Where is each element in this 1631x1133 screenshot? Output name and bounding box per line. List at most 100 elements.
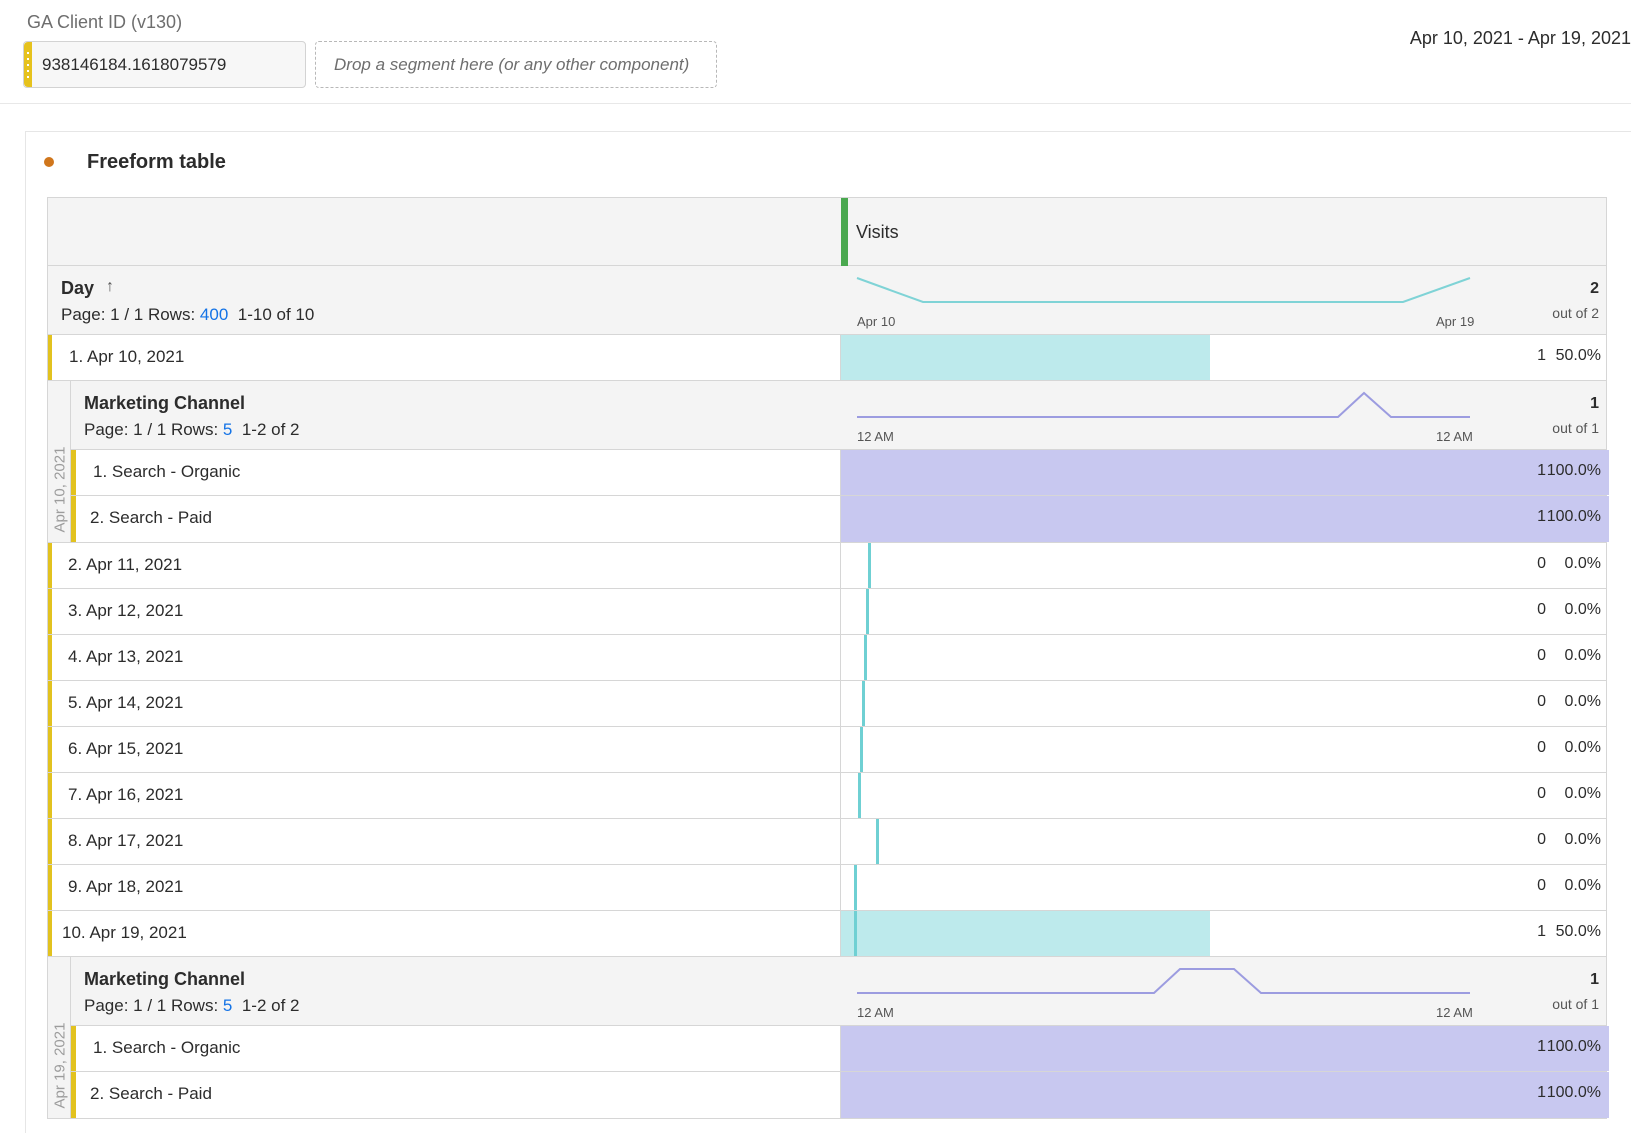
visits-percent: 0.0%: [1564, 785, 1601, 802]
pager-range: 1-2 of 2: [241, 420, 300, 439]
breakdown-total-of: out of 1: [1552, 996, 1599, 1012]
segment-label: GA Client ID (v130): [27, 12, 183, 32]
breakdown-dimension-name[interactable]: Marketing Channel: [84, 393, 245, 414]
table-row[interactable]: 4. Apr 13, 2021 0 0.0%: [48, 635, 1606, 681]
row-label[interactable]: 1. Search - Organic: [93, 1038, 240, 1058]
row-accent: [48, 543, 52, 588]
drag-handle-icon[interactable]: [24, 42, 32, 87]
table-row[interactable]: 1. Search - Organic 1 100.0%: [71, 450, 1609, 496]
visits-percent: 0.0%: [1564, 555, 1601, 572]
row-accent: [48, 773, 52, 818]
table-row[interactable]: 3. Apr 12, 2021 0 0.0%: [48, 589, 1606, 635]
table-row[interactable]: 1. Apr 10, 2021 1 50.0%: [48, 335, 1606, 381]
row-label[interactable]: 2. Apr 11, 2021: [68, 555, 182, 575]
visits-percent: 0.0%: [1564, 831, 1601, 848]
segment-filter-pill[interactable]: 938146184.1618079579: [23, 41, 306, 88]
metric-drag-handle-icon[interactable]: [841, 198, 848, 266]
breakdown-pager: Page: 1 / 1 Rows: 5 1-2 of 2: [84, 996, 300, 1016]
row-index: 1.: [93, 1038, 108, 1057]
table-row[interactable]: 5. Apr 14, 2021 0 0.0%: [48, 681, 1606, 727]
visits-value: 1: [1537, 1084, 1546, 1101]
visits-percent: 50.0%: [1555, 347, 1601, 364]
row-label[interactable]: 7. Apr 16, 2021: [68, 785, 183, 805]
panel-title: Freeform table: [87, 151, 226, 173]
timeline-marker: [858, 773, 861, 818]
table-row[interactable]: 2. Apr 11, 2021 0 0.0%: [48, 543, 1606, 589]
rows-per-page-link[interactable]: 400: [200, 305, 228, 324]
row-label[interactable]: 2. Search - Paid: [90, 1084, 212, 1104]
row-accent: [48, 865, 52, 910]
breakdown-parent-label: Apr 19, 2021: [48, 957, 71, 1118]
row-label[interactable]: 1. Apr 10, 2021: [69, 347, 184, 367]
visits-percent: 0.0%: [1564, 877, 1601, 894]
visits-percent: 0.0%: [1564, 647, 1601, 664]
panel-collapse-dot[interactable]: [44, 157, 54, 167]
row-label[interactable]: 9. Apr 18, 2021: [68, 877, 183, 897]
visits-bar: [841, 496, 1609, 542]
dimension-name[interactable]: Day: [61, 278, 94, 299]
visits-value: 1: [1537, 347, 1546, 364]
row-index: 7.: [68, 785, 83, 804]
rows-per-page-link[interactable]: 5: [223, 420, 232, 439]
timeline-marker: [864, 635, 867, 680]
row-name: Search - Paid: [108, 1084, 212, 1103]
breakdown-group: Apr 19, 2021 Marketing Channel Page: 1 /…: [48, 957, 1609, 1118]
table-row[interactable]: 6. Apr 15, 2021 0 0.0%: [48, 727, 1606, 773]
visits-value: 0: [1537, 877, 1546, 894]
row-name: Apr 15, 2021: [85, 739, 184, 758]
sparkline-end-label: 12 AM: [1436, 429, 1473, 444]
table-row[interactable]: 2. Search - Paid 1 100.0%: [71, 1072, 1609, 1118]
visits-cell: 0 0.0%: [840, 635, 1608, 680]
dimension-pager: Page: 1 / 1 Rows: 400 1-10 of 10: [61, 305, 314, 325]
row-accent: [48, 589, 52, 634]
row-label[interactable]: 6. Apr 15, 2021: [68, 739, 183, 759]
breakdown-header-row: Marketing Channel Page: 1 / 1 Rows: 5 1-…: [71, 957, 1606, 1026]
visits-cell: 0 0.0%: [840, 727, 1608, 772]
row-index: 2.: [90, 1084, 105, 1103]
row-label[interactable]: 2. Search - Paid: [90, 508, 212, 528]
breakdown-sparkline-line: [857, 968, 1470, 994]
row-label[interactable]: 8. Apr 17, 2021: [68, 831, 183, 851]
table-row[interactable]: 1. Search - Organic 1 100.0%: [71, 1026, 1609, 1072]
visits-cell: 1 100.0%: [840, 1072, 1609, 1118]
row-index: 1.: [93, 462, 108, 481]
metric-column-header[interactable]: Visits: [856, 222, 899, 243]
table-row[interactable]: 7. Apr 16, 2021 0 0.0%: [48, 773, 1606, 819]
table-row[interactable]: 10. Apr 19, 2021 1 50.0%: [48, 911, 1606, 957]
row-index: 10.: [62, 923, 86, 942]
visits-cell: 0 0.0%: [840, 589, 1608, 634]
rows-per-page-link[interactable]: 5: [223, 996, 232, 1015]
sparkline-start-label: Apr 10: [857, 314, 896, 329]
segment-bar: GA Client ID (v130) 938146184.1618079579…: [0, 0, 1631, 104]
date-range[interactable]: Apr 10, 2021 - Apr 19, 2021: [1410, 28, 1631, 49]
row-label[interactable]: 1. Search - Organic: [93, 462, 240, 482]
table-row[interactable]: 2. Search - Paid 1 100.0%: [71, 496, 1609, 542]
row-accent: [48, 681, 52, 726]
visits-cell: 0 0.0%: [840, 819, 1608, 864]
row-label[interactable]: 4. Apr 13, 2021: [68, 647, 183, 667]
sort-ascending-icon[interactable]: ↑: [106, 278, 114, 296]
visits-value: 1: [1537, 923, 1546, 940]
row-label[interactable]: 3. Apr 12, 2021: [68, 601, 183, 621]
visits-percent: 100.0%: [1546, 462, 1601, 479]
table-row[interactable]: 8. Apr 17, 2021 0 0.0%: [48, 819, 1606, 865]
visits-percent: 50.0%: [1555, 923, 1601, 940]
breakdown-pager: Page: 1 / 1 Rows: 5 1-2 of 2: [84, 420, 300, 440]
dimension-header-row: Day ↑ Page: 1 / 1 Rows: 400 1-10 of 10 A…: [48, 266, 1606, 335]
row-index: 4.: [68, 647, 83, 666]
sparkline-start-label: 12 AM: [857, 429, 894, 444]
timeline-marker: [862, 681, 865, 726]
row-label[interactable]: 5. Apr 14, 2021: [68, 693, 183, 713]
visits-cell: 0 0.0%: [840, 543, 1608, 588]
breakdown-total-of: out of 1: [1552, 420, 1599, 436]
row-label[interactable]: 10. Apr 19, 2021: [62, 923, 187, 943]
row-name: Apr 10, 2021: [86, 347, 185, 366]
row-index: 3.: [68, 601, 83, 620]
table-row[interactable]: 9. Apr 18, 2021 0 0.0%: [48, 865, 1606, 911]
row-index: 2.: [68, 555, 83, 574]
row-accent: [71, 496, 76, 542]
row-accent: [48, 335, 52, 380]
breakdown-dimension-name[interactable]: Marketing Channel: [84, 969, 245, 990]
segment-drop-zone[interactable]: Drop a segment here (or any other compon…: [315, 41, 717, 88]
visits-value: 0: [1537, 785, 1546, 802]
